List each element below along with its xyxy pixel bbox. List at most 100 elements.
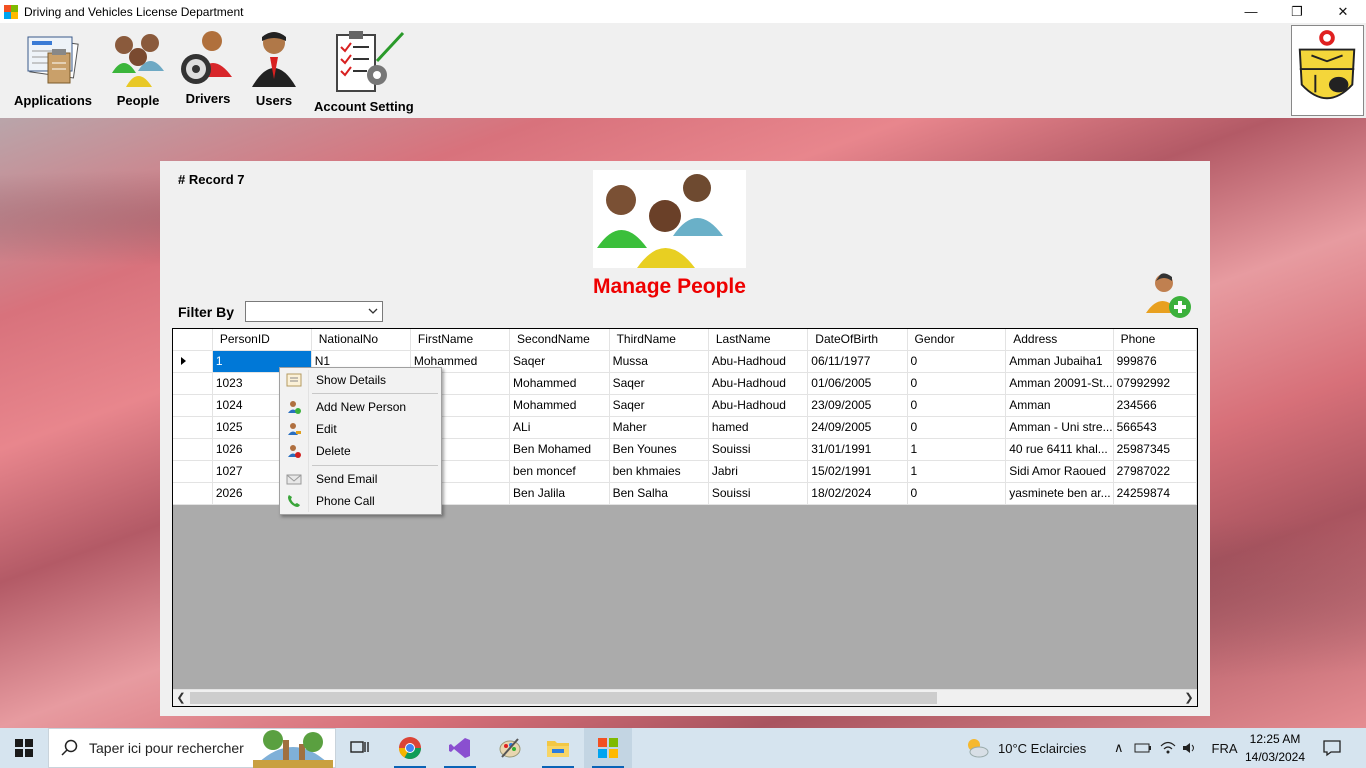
column-header[interactable]: Phone bbox=[1113, 329, 1197, 351]
table-cell[interactable]: 0 bbox=[907, 394, 1007, 417]
table-cell[interactable]: 1 bbox=[907, 438, 1007, 461]
column-header[interactable]: SecondName bbox=[509, 329, 610, 351]
table-cell[interactable]: 0 bbox=[907, 350, 1007, 373]
column-header[interactable]: PersonID bbox=[212, 329, 312, 351]
taskbar-paint[interactable] bbox=[486, 728, 534, 768]
table-cell[interactable]: Abu-Hadhoud bbox=[708, 350, 809, 373]
volume-icon[interactable] bbox=[1182, 741, 1198, 755]
row-header[interactable] bbox=[173, 438, 213, 461]
wifi-icon[interactable] bbox=[1160, 741, 1176, 755]
start-button[interactable] bbox=[0, 728, 48, 768]
table-cell[interactable]: yasminete ben ar... bbox=[1005, 482, 1114, 505]
table-cell[interactable]: 01/06/2005 bbox=[807, 372, 908, 395]
table-cell[interactable]: Saqer bbox=[509, 350, 610, 373]
scroll-right-icon[interactable]: ❯ bbox=[1181, 691, 1197, 706]
table-cell[interactable]: 25987345 bbox=[1113, 438, 1197, 461]
table-cell[interactable]: Jabri bbox=[708, 460, 809, 483]
filter-by-select[interactable] bbox=[245, 301, 383, 322]
table-cell[interactable]: Ben Salha bbox=[609, 482, 709, 505]
table-cell[interactable]: Souissi bbox=[708, 482, 809, 505]
row-header[interactable] bbox=[173, 394, 213, 417]
context-show-details[interactable]: Show Details bbox=[282, 369, 439, 391]
taskbar-chrome[interactable] bbox=[386, 728, 434, 768]
column-header[interactable]: LastName bbox=[708, 329, 809, 351]
menu-account-setting[interactable]: Account Setting bbox=[314, 27, 414, 114]
table-cell[interactable]: 999876 bbox=[1113, 350, 1197, 373]
taskbar-visual-studio[interactable] bbox=[436, 728, 484, 768]
maximize-button[interactable]: ❐ bbox=[1274, 0, 1320, 23]
column-header[interactable]: Gendor bbox=[907, 329, 1007, 351]
row-header[interactable] bbox=[173, 460, 213, 483]
table-cell[interactable]: ben moncef bbox=[509, 460, 610, 483]
horizontal-scrollbar[interactable]: ❮ ❯ bbox=[173, 689, 1197, 706]
table-cell[interactable]: 07992992 bbox=[1113, 372, 1197, 395]
close-button[interactable]: ✕ bbox=[1320, 0, 1366, 23]
table-cell[interactable]: 18/02/2024 bbox=[807, 482, 908, 505]
context-send-email[interactable]: Send Email bbox=[282, 468, 439, 490]
table-cell[interactable]: 0 bbox=[907, 372, 1007, 395]
taskbar-search-box[interactable]: Taper ici pour rechercher bbox=[48, 728, 336, 768]
table-cell[interactable]: Saqer bbox=[609, 372, 709, 395]
table-cell[interactable]: Mohammed bbox=[509, 394, 610, 417]
weather-widget[interactable]: 10°C Eclaircies bbox=[964, 728, 1086, 768]
row-header[interactable] bbox=[173, 372, 213, 395]
table-cell[interactable]: 31/01/1991 bbox=[807, 438, 908, 461]
menu-drivers[interactable]: Drivers bbox=[178, 27, 238, 106]
table-cell[interactable]: Souissi bbox=[708, 438, 809, 461]
table-cell[interactable]: Ben Younes bbox=[609, 438, 709, 461]
table-cell[interactable]: Maher bbox=[609, 416, 709, 439]
row-header[interactable] bbox=[173, 350, 213, 373]
task-view-button[interactable] bbox=[336, 728, 384, 768]
table-cell[interactable]: 234566 bbox=[1113, 394, 1197, 417]
table-cell[interactable]: 0 bbox=[907, 482, 1007, 505]
menu-users[interactable]: Users bbox=[246, 27, 302, 108]
table-cell[interactable]: 06/11/1977 bbox=[807, 350, 908, 373]
table-cell[interactable]: ben khmaies bbox=[609, 460, 709, 483]
table-cell[interactable]: 1 bbox=[907, 460, 1007, 483]
notifications-button[interactable] bbox=[1322, 728, 1342, 768]
menu-applications[interactable]: Applications bbox=[14, 27, 92, 108]
column-header[interactable]: ThirdName bbox=[609, 329, 709, 351]
table-cell[interactable]: 15/02/1991 bbox=[807, 460, 908, 483]
menu-people[interactable]: People bbox=[108, 27, 168, 108]
table-cell[interactable]: 566543 bbox=[1113, 416, 1197, 439]
column-header[interactable]: Address bbox=[1005, 329, 1114, 351]
table-cell[interactable]: Amman - Uni stre... bbox=[1005, 416, 1114, 439]
table-cell[interactable]: Abu-Hadhoud bbox=[708, 394, 809, 417]
language-indicator[interactable]: FRA bbox=[1212, 741, 1238, 756]
table-cell[interactable]: 27987022 bbox=[1113, 460, 1197, 483]
table-cell[interactable]: 23/09/2005 bbox=[807, 394, 908, 417]
scrollbar-thumb[interactable] bbox=[190, 692, 937, 704]
table-cell[interactable]: 0 bbox=[907, 416, 1007, 439]
table-cell[interactable]: Sidi Amor Raoued bbox=[1005, 460, 1114, 483]
clock[interactable]: 12:25 AM 14/03/2024 bbox=[1240, 730, 1310, 766]
table-cell[interactable]: 40 rue 6411 khal... bbox=[1005, 438, 1114, 461]
scroll-left-icon[interactable]: ❮ bbox=[173, 691, 189, 706]
table-cell[interactable]: Ben Mohamed bbox=[509, 438, 610, 461]
context-edit[interactable]: Edit bbox=[282, 418, 439, 440]
column-header[interactable]: FirstName bbox=[410, 329, 511, 351]
row-header[interactable] bbox=[173, 416, 213, 439]
column-header[interactable]: NationalNo bbox=[311, 329, 411, 351]
column-header[interactable]: DateOfBirth bbox=[807, 329, 908, 351]
battery-icon[interactable] bbox=[1134, 741, 1152, 755]
minimize-button[interactable]: — bbox=[1228, 0, 1274, 23]
table-cell[interactable]: Mohammed bbox=[509, 372, 610, 395]
table-cell[interactable]: Saqer bbox=[609, 394, 709, 417]
table-cell[interactable]: Amman 20091-St... bbox=[1005, 372, 1114, 395]
context-add-new-person[interactable]: Add New Person bbox=[282, 396, 439, 418]
taskbar-dvld-app[interactable] bbox=[584, 728, 632, 768]
taskbar-file-explorer[interactable] bbox=[534, 728, 582, 768]
table-cell[interactable]: Ben Jalila bbox=[509, 482, 610, 505]
add-person-button[interactable] bbox=[1140, 271, 1196, 321]
table-cell[interactable]: 24/09/2005 bbox=[807, 416, 908, 439]
table-cell[interactable]: Amman bbox=[1005, 394, 1114, 417]
table-cell[interactable]: Mussa bbox=[609, 350, 709, 373]
table-cell[interactable]: Abu-Hadhoud bbox=[708, 372, 809, 395]
context-phone-call[interactable]: Phone Call bbox=[282, 490, 439, 512]
context-delete[interactable]: Delete bbox=[282, 440, 439, 462]
table-cell[interactable]: ALi bbox=[509, 416, 610, 439]
table-cell[interactable]: Amman Jubaiha1 bbox=[1005, 350, 1114, 373]
row-header[interactable] bbox=[173, 482, 213, 505]
table-cell[interactable]: 24259874 bbox=[1113, 482, 1197, 505]
